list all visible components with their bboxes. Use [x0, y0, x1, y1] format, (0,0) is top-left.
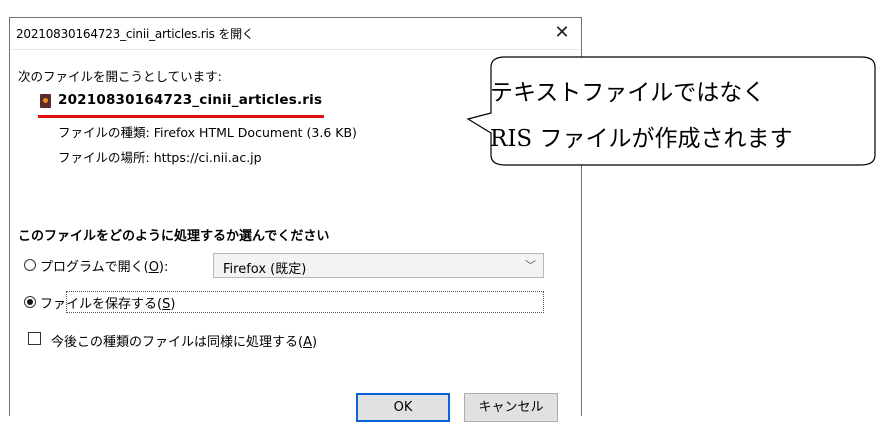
remember-choice-checkbox[interactable]: [28, 332, 41, 345]
file-type-value: Firefox HTML Document (3.6 KB): [153, 125, 357, 140]
ok-button[interactable]: OK: [356, 393, 450, 422]
remember-choice-label[interactable]: 今後この種類のファイルは同様に処理する(A): [51, 331, 317, 350]
save-file-label[interactable]: ファイルを保存する(S): [40, 293, 175, 312]
close-icon: ✕: [554, 22, 570, 43]
title-bar: 20210830164723_cinii_articles.ris を開く ✕: [10, 18, 581, 50]
intro-text: 次のファイルを開こうとしています:: [18, 69, 222, 84]
close-button[interactable]: ✕: [549, 21, 575, 45]
file-type-row: ファイルの種類: Firefox HTML Document (3.6 KB): [58, 122, 357, 141]
save-file-radio[interactable]: [24, 296, 36, 308]
red-underline: [38, 115, 324, 118]
callout-line-2: RIS ファイルが作成されます: [490, 126, 793, 152]
program-select[interactable]: Firefox (既定) ﹀: [213, 253, 544, 278]
file-name: 20210830164723_cinii_articles.ris: [58, 92, 323, 108]
file-location-value: https://ci.nii.ac.jp: [153, 150, 262, 165]
cancel-button[interactable]: キャンセル: [464, 393, 558, 422]
open-with-label[interactable]: プログラムで開く(O):: [40, 256, 168, 275]
callout-line-1: テキストファイルではなく: [490, 80, 766, 106]
action-section-title: このファイルをどのように処理するか選んでください: [18, 229, 330, 244]
chevron-down-icon: ﹀: [525, 259, 536, 272]
open-with-radio[interactable]: [24, 259, 36, 271]
file-type-label: ファイルの種類:: [58, 125, 150, 140]
file-type-icon: [40, 94, 51, 108]
file-location-label: ファイルの場所:: [58, 150, 150, 165]
dialog-title: 20210830164723_cinii_articles.ris を開く: [16, 27, 254, 41]
program-select-value: Firefox (既定): [223, 262, 307, 277]
file-location-row: ファイルの場所: https://ci.nii.ac.jp: [58, 147, 262, 166]
